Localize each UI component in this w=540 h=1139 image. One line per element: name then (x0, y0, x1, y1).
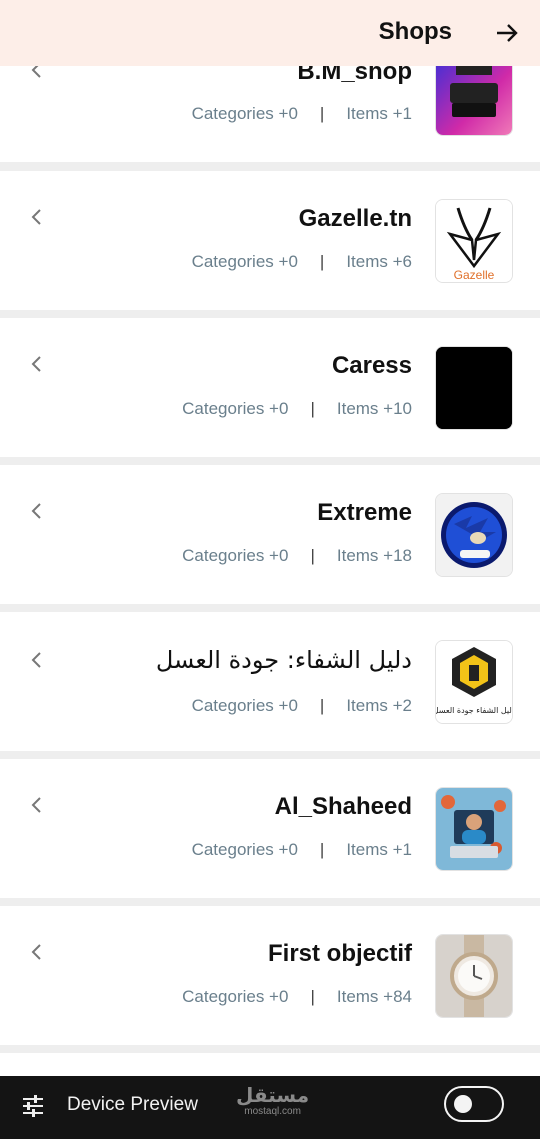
shop-name: Gazelle.tn (298, 205, 412, 232)
honey-bee-logo-icon: دليل الشفاء جودة العسل (436, 641, 512, 723)
shop-meta: Categories +0 | Items +2 (192, 696, 412, 716)
watermark: مستقل mostaql.com (236, 1084, 309, 1118)
sonic-avatar-icon (436, 494, 512, 576)
meta-divider: | (310, 987, 315, 1006)
shop-card[interactable]: Extreme Categories +0 | Items +18 (0, 465, 540, 604)
items-count: Items +6 (346, 252, 412, 271)
shop-meta: Categories +0 | Items +84 (182, 987, 412, 1007)
black-square-icon (436, 347, 512, 429)
svg-text:دليل الشفاء جودة العسل: دليل الشفاء جودة العسل (436, 706, 512, 715)
meta-divider: | (319, 252, 325, 271)
page-title: Shops (378, 18, 452, 45)
categories-count: Categories +0 (191, 104, 298, 123)
chevron-left-icon (29, 796, 45, 814)
shop-name: First objectif (267, 940, 412, 967)
categories-count: Categories +0 (191, 840, 298, 859)
shop-thumbnail (435, 493, 513, 577)
device-preview-bar: Device Preview مستقل mostaql.com (0, 1076, 540, 1139)
shop-name: Al_Shaheed (274, 793, 412, 820)
shop-card[interactable]: Gazelle.tn Categories +0 | Items +6 Gaze… (0, 171, 540, 310)
items-count: Items +1 (346, 104, 412, 123)
gazelle-logo-icon: Gazelle (436, 200, 512, 282)
categories-count: Categories +0 (191, 252, 298, 271)
items-count: Items +84 (336, 987, 412, 1006)
shop-meta: Categories +0 | Items +10 (182, 399, 412, 419)
tune-icon[interactable] (20, 1093, 46, 1119)
meta-divider: | (310, 546, 315, 565)
shop-card[interactable]: Caress Categories +0 | Items +10 (0, 318, 540, 457)
shop-meta: Categories +0 | Items +1 (192, 840, 412, 860)
shop-name: Extreme (317, 499, 412, 526)
chevron-left-icon (29, 502, 45, 520)
shop-meta: Categories +0 | Items +6 (192, 252, 412, 272)
watermark-arabic: مستقل (236, 1083, 310, 1107)
items-count: Items +1 (346, 840, 412, 859)
items-count: Items +10 (336, 399, 412, 418)
chevron-left-icon (29, 208, 45, 226)
shop-thumbnail: Gazelle (435, 199, 513, 283)
shop-card[interactable]: دليل الشفاء: جودة العسل Categories +0 | … (0, 612, 540, 751)
shop-name: Caress (331, 352, 412, 379)
shop-meta: Categories +0 | Items +18 (182, 546, 412, 566)
categories-count: Categories +0 (182, 399, 289, 418)
chevron-left-icon (29, 651, 45, 669)
chevron-left-icon (29, 943, 45, 961)
meta-divider: | (310, 399, 315, 418)
meta-divider: | (319, 104, 325, 123)
toggle-knob (454, 1095, 472, 1113)
shop-thumbnail (435, 787, 513, 871)
categories-count: Categories +0 (182, 987, 289, 1006)
shop-name: دليل الشفاء: جودة العسل (155, 646, 412, 674)
device-preview-toggle[interactable] (444, 1086, 504, 1122)
meta-divider: | (319, 696, 325, 715)
shop-card[interactable]: First objectif Categories +0 | Items +84 (0, 906, 540, 1045)
items-count: Items +18 (336, 546, 412, 565)
shop-thumbnail (435, 346, 513, 430)
device-preview-label[interactable]: Device Preview (67, 1094, 198, 1116)
app-header: Shops (0, 0, 540, 66)
categories-count: Categories +0 (191, 696, 298, 715)
arrow-right-icon[interactable] (494, 20, 520, 46)
watermark-url: mostaql.com (244, 1106, 301, 1117)
items-count: Items +2 (346, 696, 412, 715)
chevron-left-icon (29, 355, 45, 373)
svg-text:Gazelle: Gazelle (454, 268, 495, 282)
meta-divider: | (319, 840, 325, 859)
developer-avatar-icon (436, 788, 512, 870)
watch-photo-icon (436, 935, 512, 1017)
shop-thumbnail (435, 934, 513, 1018)
shop-thumbnail: دليل الشفاء جودة العسل (435, 640, 513, 724)
shop-meta: Categories +0 | Items +1 (192, 104, 412, 124)
categories-count: Categories +0 (182, 546, 289, 565)
shop-card[interactable]: Al_Shaheed Categories +0 | Items +1 (0, 759, 540, 898)
